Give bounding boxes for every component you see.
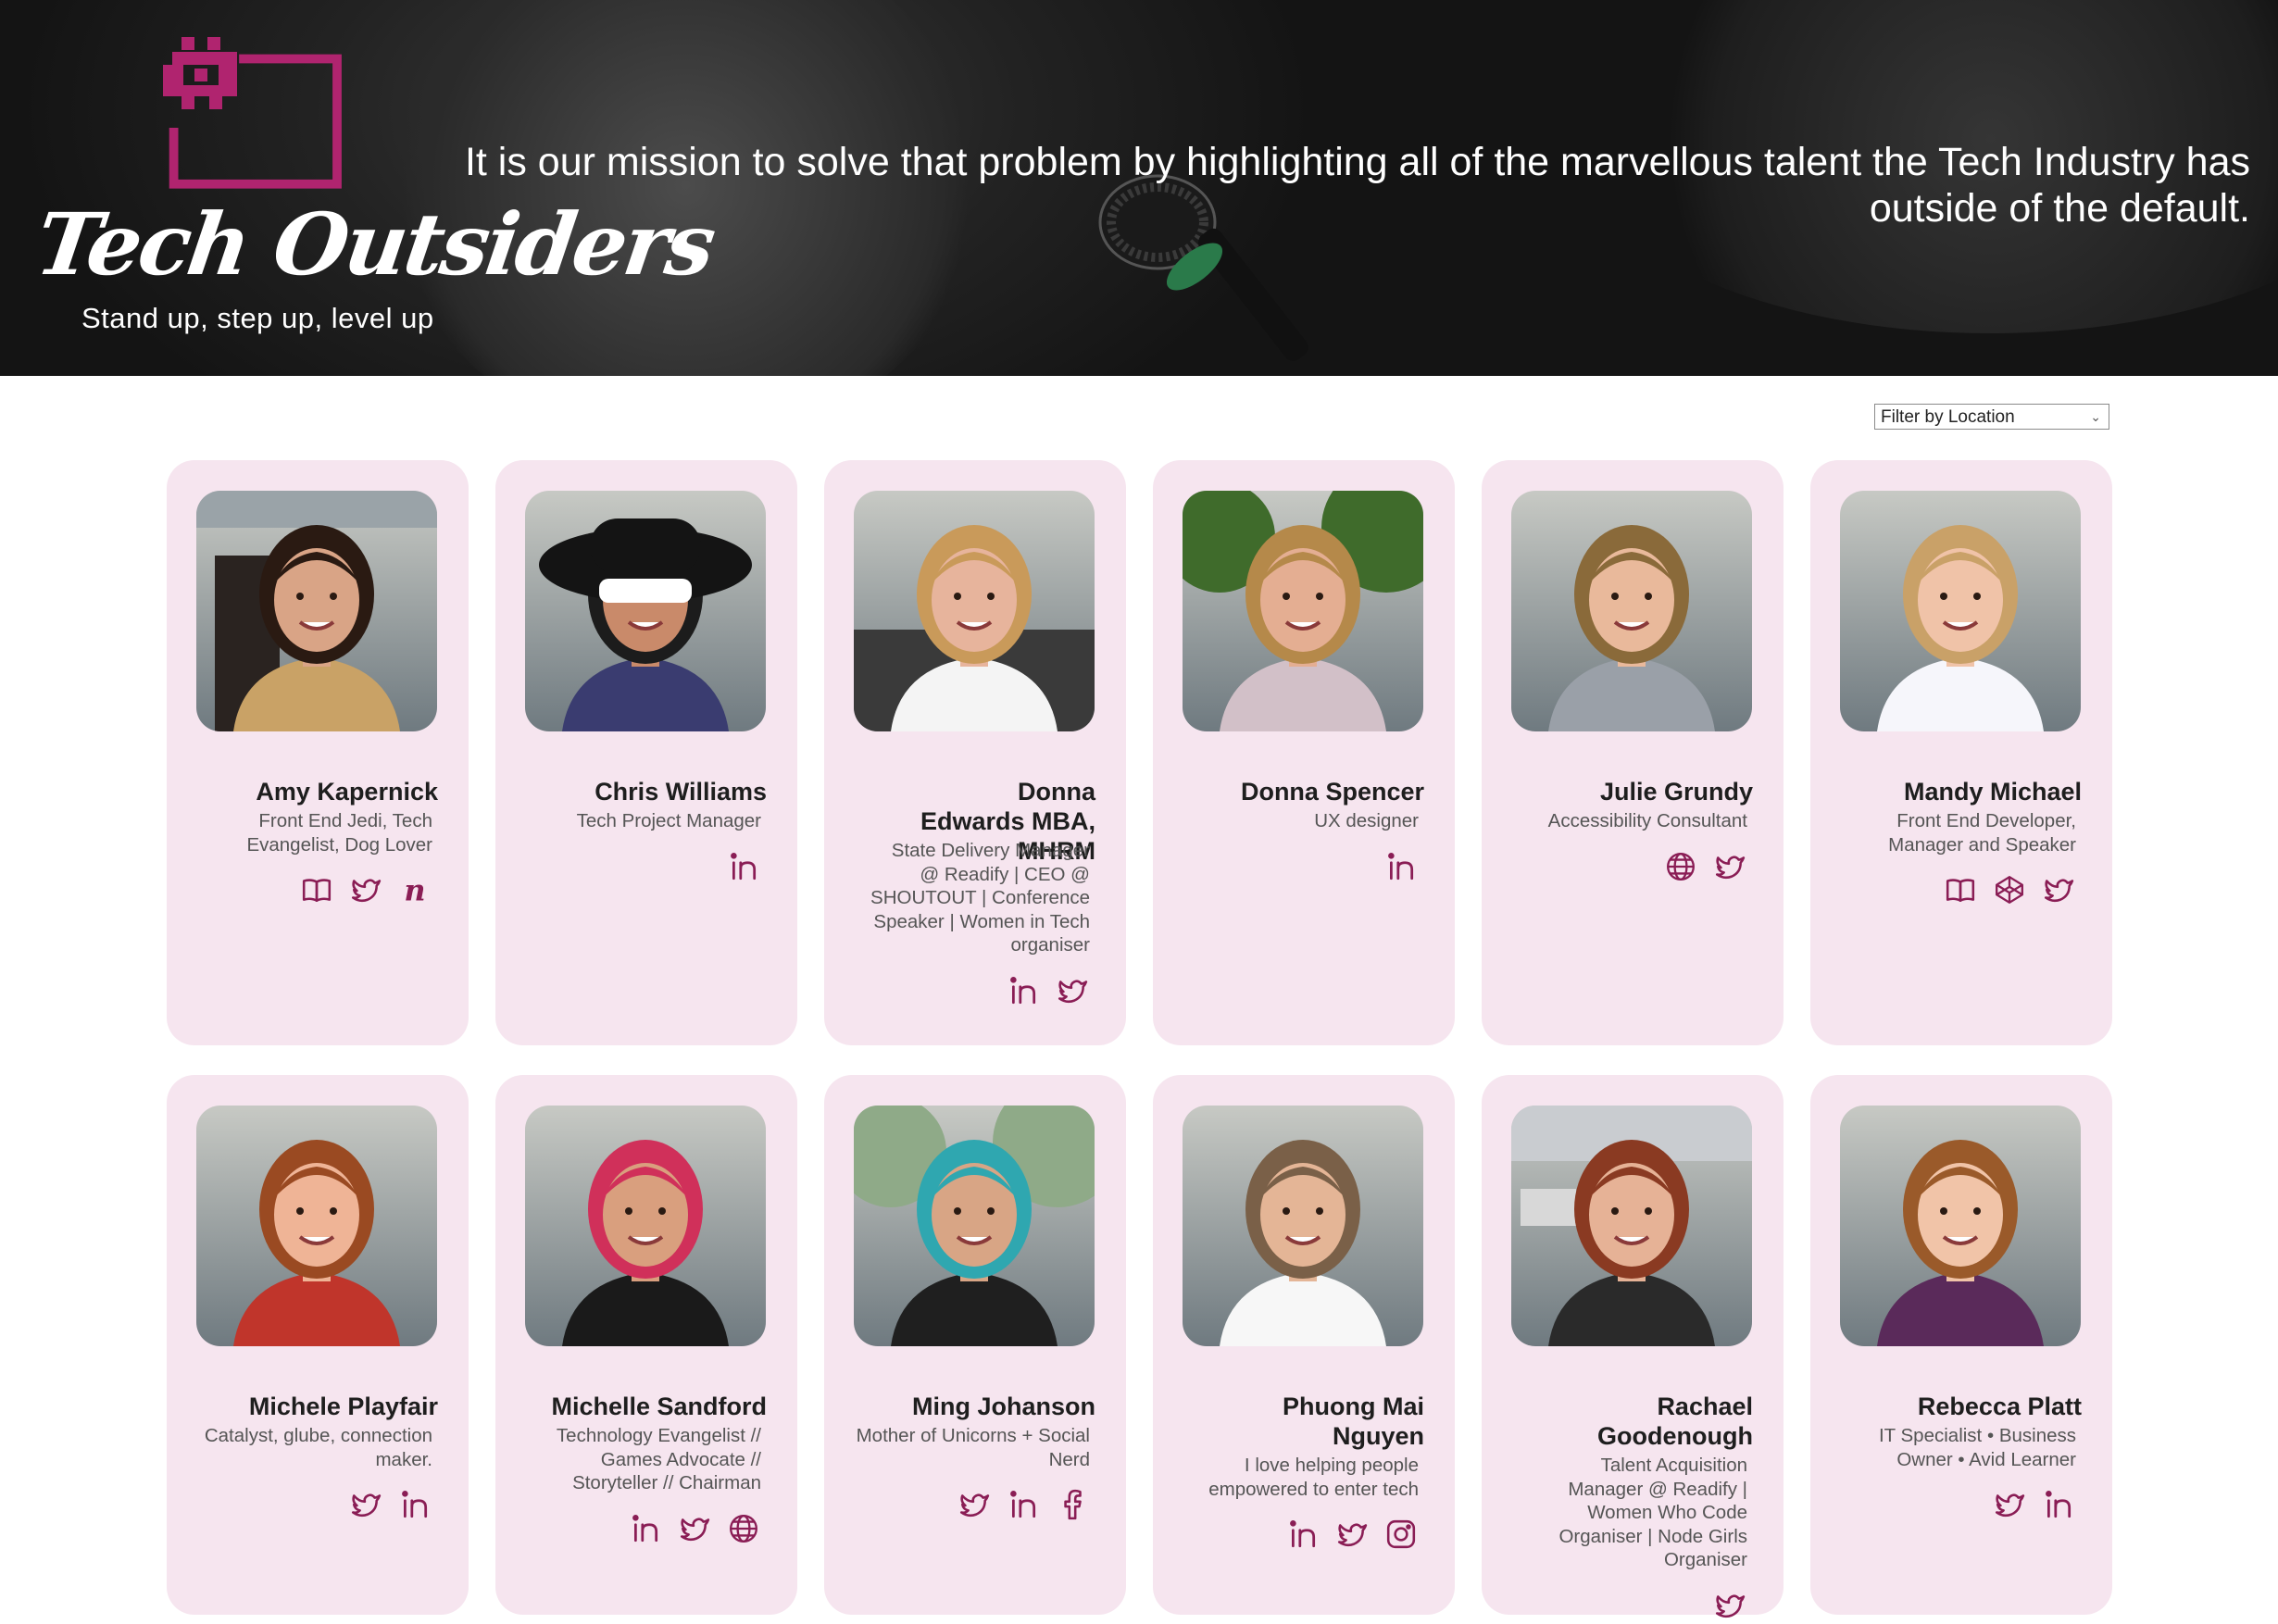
facebook-icon[interactable]	[1056, 1488, 1089, 1521]
chevron-down-icon: ⌄	[2090, 409, 2101, 424]
profile-card-mandy-michael[interactable]: Mandy Michael Front End Developer, Manage…	[1810, 460, 2112, 1045]
person-title: Technology Evangelist // Games Advocate …	[556, 1425, 761, 1493]
profile-photo	[1183, 1106, 1423, 1346]
profile-card-julie-grundy[interactable]: Julie Grundy Accessibility Consultant	[1482, 460, 1784, 1045]
person-name: Chris Williams	[595, 778, 767, 806]
person-title: Accessibility Consultant	[1547, 810, 1747, 831]
profile-card-amy-kapernick[interactable]: Amy Kapernick Front End Jedi, Tech Evange…	[167, 460, 469, 1045]
profile-card-donna-edwards-mba-mhrm[interactable]: Donna Edwards MBA, MHRM State Delivery Ma…	[824, 460, 1126, 1045]
social-links	[1286, 1516, 1418, 1553]
person-title: Front End Developer, Manager and Speaker	[1888, 810, 2076, 856]
book-icon[interactable]	[300, 873, 333, 906]
profile-photo	[854, 1106, 1095, 1346]
twitter-icon[interactable]	[958, 1488, 991, 1521]
twitter-icon[interactable]	[349, 873, 382, 906]
person-name: Mandy Michael	[1903, 778, 2082, 806]
tagline: Stand up, step up, level up	[81, 302, 434, 334]
twitter-icon[interactable]	[1056, 974, 1089, 1007]
person-title: State Delivery Manager @ Readify | CEO @…	[870, 840, 1090, 956]
person-name: Rachael Goodenough	[1597, 1393, 1753, 1450]
person-title: Catalyst, glube, connection maker.	[204, 1425, 432, 1470]
social-links	[727, 848, 760, 885]
social-links	[1664, 848, 1746, 885]
profile-card-michelle-sandford[interactable]: Michelle Sandford Technology Evangelist /…	[495, 1075, 797, 1615]
profile-photo	[196, 1106, 437, 1346]
person-title: Front End Jedi, Tech Evangelist, Dog Lov…	[246, 810, 432, 856]
twitter-icon[interactable]	[1713, 850, 1746, 883]
person-name: Julie Grundy	[1599, 778, 1753, 806]
location-filter-select[interactable]: Filter by Location ⌄	[1874, 404, 2109, 430]
codepen-icon[interactable]	[1993, 873, 2026, 906]
social-links: n	[300, 871, 432, 908]
person-title: Tech Project Manager	[576, 810, 761, 831]
profile-photo	[1511, 491, 1752, 731]
social-links	[629, 1510, 760, 1547]
twitter-icon[interactable]	[1993, 1488, 2026, 1521]
linkedin-icon[interactable]	[727, 850, 760, 883]
linkedin-icon[interactable]	[1384, 850, 1418, 883]
logo-icon	[163, 37, 342, 189]
twitter-icon[interactable]	[1713, 1589, 1746, 1622]
social-links	[1007, 972, 1089, 1009]
person-name: Amy Kapernick	[256, 778, 438, 806]
profile-photo	[1840, 491, 2081, 731]
profile-card-rebecca-platt[interactable]: Rebecca Platt IT Specialist • Business Ow…	[1810, 1075, 2112, 1615]
person-title: Mother of Unicorns + Social Nerd	[856, 1425, 1090, 1470]
linkedin-icon[interactable]	[1286, 1518, 1320, 1551]
instagram-icon[interactable]	[1384, 1518, 1418, 1551]
profile-photo	[525, 491, 766, 731]
person-name: Ming Johanson	[912, 1393, 1095, 1420]
profile-photo	[1183, 491, 1423, 731]
profile-photo	[525, 1106, 766, 1346]
linkedin-icon[interactable]	[398, 1488, 432, 1521]
profile-card-donna-spencer[interactable]: Donna Spencer UX designer	[1153, 460, 1455, 1045]
person-title: I love helping people empowered to enter…	[1208, 1455, 1419, 1500]
social-links	[958, 1486, 1089, 1523]
person-name: Donna Spencer	[1240, 778, 1424, 806]
svg-text:n: n	[404, 874, 425, 906]
twitter-icon[interactable]	[678, 1512, 711, 1545]
linkedin-icon[interactable]	[629, 1512, 662, 1545]
person-name: Michele Playfair	[248, 1393, 438, 1420]
linkedin-icon[interactable]	[1007, 974, 1040, 1007]
linkedin-icon[interactable]	[1007, 1488, 1040, 1521]
twitter-icon[interactable]	[349, 1488, 382, 1521]
person-title: IT Specialist • Business Owner • Avid Le…	[1878, 1425, 2076, 1470]
mission-statement: It is our mission to solve that problem …	[464, 140, 2250, 231]
profile-photo	[1511, 1106, 1752, 1346]
nitter-n-icon[interactable]: n	[398, 873, 432, 906]
linkedin-icon[interactable]	[2042, 1488, 2075, 1521]
twitter-icon[interactable]	[2042, 873, 2075, 906]
profile-photo	[196, 491, 437, 731]
social-links	[1944, 871, 2075, 908]
person-name: Phuong Mai Nguyen	[1283, 1393, 1424, 1450]
person-name: Rebecca Platt	[1917, 1393, 2082, 1420]
person-name: Michelle Sandford	[551, 1393, 767, 1420]
profile-photo	[854, 491, 1095, 731]
social-links	[349, 1486, 432, 1523]
globe-icon[interactable]	[1664, 850, 1697, 883]
social-links	[1713, 1587, 1746, 1624]
person-title: UX designer	[1314, 810, 1419, 831]
globe-icon[interactable]	[727, 1512, 760, 1545]
profile-card-chris-williams[interactable]: Chris Williams Tech Project Manager	[495, 460, 797, 1045]
book-icon[interactable]	[1944, 873, 1977, 906]
hero-banner: Tech Outsiders Stand up, step up, level …	[0, 0, 2278, 376]
social-links	[1384, 848, 1418, 885]
twitter-icon[interactable]	[1335, 1518, 1369, 1551]
profile-card-ming-johanson[interactable]: Ming Johanson Mother of Unicorns + Social…	[824, 1075, 1126, 1615]
person-title: Talent Acquisition Manager @ Readify | W…	[1558, 1455, 1747, 1570]
location-filter-value: Filter by Location	[1881, 407, 2015, 427]
profile-photo	[1840, 1106, 2081, 1346]
profile-card-phuong-mai-nguyen[interactable]: Phuong Mai Nguyen I love helping people e…	[1153, 1075, 1455, 1615]
profile-card-michele-playfair[interactable]: Michele Playfair Catalyst, glube, connect…	[167, 1075, 469, 1615]
profile-card-rachael-goodenough[interactable]: Rachael Goodenough Talent Acquisition Man…	[1482, 1075, 1784, 1618]
social-links	[1993, 1486, 2075, 1523]
